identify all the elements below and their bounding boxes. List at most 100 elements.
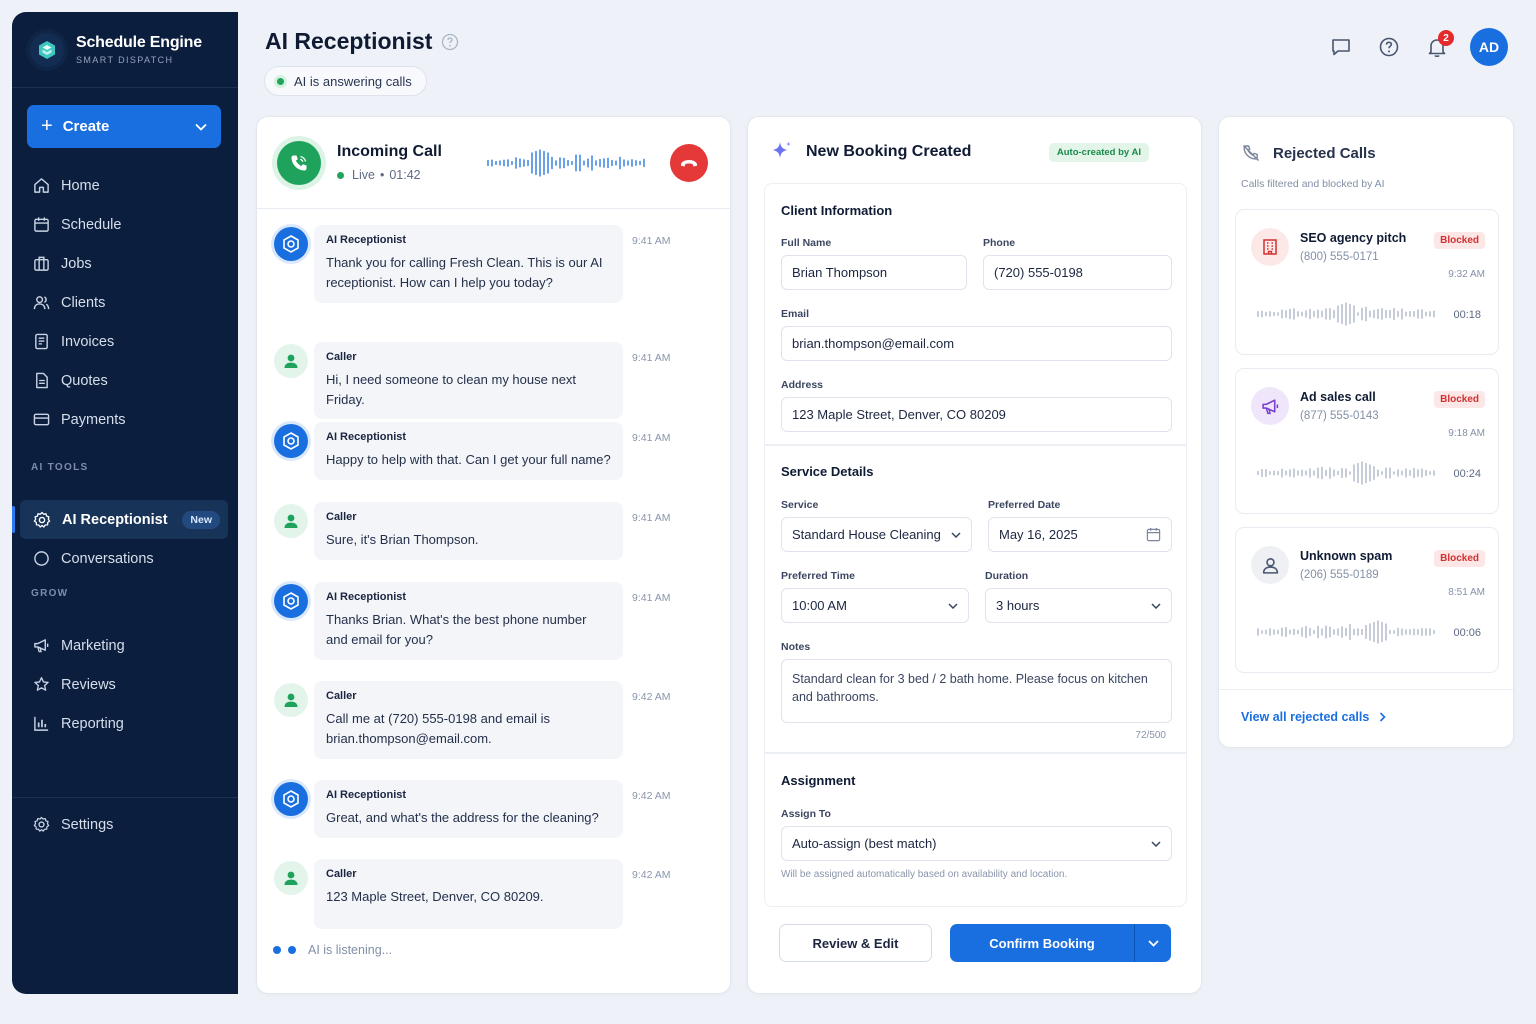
sidebar-item-reviews[interactable]: Reviews <box>12 665 238 704</box>
create-button[interactable]: + Create <box>27 105 221 148</box>
chevron-down-icon <box>1151 602 1161 609</box>
user-avatar[interactable]: AD <box>1470 28 1508 66</box>
sidebar-item-ai-receptionist[interactable]: AI Receptionist New <box>12 500 228 539</box>
message-sender: Caller <box>326 511 357 523</box>
email-field[interactable]: brian.thompson@email.com <box>781 326 1172 361</box>
sidebar-item-settings[interactable]: Settings <box>12 805 238 844</box>
invoice-icon <box>35 333 48 350</box>
notes-char-counter: 72/500 <box>1135 730 1166 741</box>
sidebar-item-label: Reporting <box>61 715 124 732</box>
message-bubble: AI Receptionist Thank you for calling Fre… <box>314 225 623 303</box>
sidebar-item-quotes[interactable]: Quotes <box>12 361 238 400</box>
rejected-call-duration: 00:18 <box>1453 309 1481 321</box>
sidebar-item-clients[interactable]: Clients <box>12 283 238 322</box>
rejected-call-time: 8:51 AM <box>1448 587 1485 598</box>
full-name-field[interactable]: Brian Thompson <box>781 255 967 290</box>
sidebar-item-label: Invoices <box>61 333 115 350</box>
duration-select[interactable]: 3 hours <box>985 588 1172 623</box>
new-badge: New <box>182 510 220 529</box>
assign-to-label: Assign To <box>781 808 831 820</box>
notes-textarea[interactable]: Standard clean for 3 bed / 2 bath home. … <box>781 659 1172 723</box>
preferred-time-value: 10:00 AM <box>792 598 847 613</box>
sidebar-item-label: Conversations <box>61 550 154 567</box>
incoming-call-panel: Incoming Call Live • 01:42 AI Receptioni… <box>256 116 731 994</box>
sidebar-item-jobs[interactable]: Jobs <box>12 244 238 283</box>
rejected-header: Rejected Calls <box>1241 143 1376 163</box>
caller-avatar-icon <box>274 683 308 717</box>
chevron-down-icon <box>951 531 961 538</box>
booking-title: New Booking Created <box>806 143 972 160</box>
sidebar-item-payments[interactable]: Payments <box>12 400 238 439</box>
message-time: 9:41 AM <box>632 592 671 604</box>
message-time: 9:41 AM <box>632 352 671 364</box>
listening-indicator: AI is listening... <box>273 943 392 957</box>
rejected-call-name: Ad sales call <box>1300 390 1376 404</box>
sidebar-item-marketing[interactable]: Marketing <box>12 626 238 665</box>
ai-bot-icon <box>274 782 308 816</box>
live-dot <box>337 171 344 179</box>
message-bubble: Caller Sure, it's Brian Thompson. <box>314 502 623 560</box>
home-icon <box>34 178 49 193</box>
sidebar-item-label: Marketing <box>61 637 125 654</box>
message-sender: AI Receptionist <box>326 789 407 801</box>
brand[interactable]: Schedule Engine SMART DISPATCH <box>12 12 238 88</box>
sidebar-item-conversations[interactable]: Conversations <box>12 539 238 578</box>
confirm-booking-button[interactable]: Confirm Booking <box>950 924 1171 962</box>
listening-text: AI is listening... <box>308 943 393 957</box>
help-circle-icon[interactable] <box>441 33 459 51</box>
confirm-options-dropdown[interactable] <box>1134 924 1171 962</box>
preferred-time-select[interactable]: 10:00 AM <box>781 588 969 623</box>
phone-field[interactable]: (720) 555-0198 <box>983 255 1172 290</box>
service-select[interactable]: Standard House Cleaning <box>781 517 972 552</box>
sidebar-item-schedule[interactable]: Schedule <box>12 205 238 244</box>
call-header: Incoming Call Live • 01:42 <box>257 117 730 209</box>
caller-avatar-icon <box>274 504 308 538</box>
bar-chart-icon <box>34 716 49 731</box>
view-all-rejected-link[interactable]: View all rejected calls <box>1241 710 1386 724</box>
address-field[interactable]: 123 Maple Street, Denver, CO 80209 <box>781 397 1172 432</box>
rejected-title: Rejected Calls <box>1273 144 1376 162</box>
notifications-button[interactable]: 2 <box>1418 28 1456 66</box>
rejected-call-item[interactable]: Ad sales call (877) 555-0143 Blocked 9:1… <box>1235 368 1499 514</box>
main-nav: Home Schedule Jobs Clients Invoices Quot… <box>12 166 238 439</box>
settings-nav: Settings <box>12 805 238 844</box>
megaphone-icon <box>1251 387 1289 425</box>
chevron-down-icon <box>948 602 958 609</box>
assign-to-select[interactable]: Auto-assign (best match) <box>781 826 1172 861</box>
message-text: Hi, I need someone to clean my house nex… <box>326 372 577 407</box>
review-edit-button[interactable]: Review & Edit <box>779 924 932 962</box>
ai-bot-icon <box>274 584 308 618</box>
rejected-footer-divider <box>1219 689 1513 690</box>
sidebar-item-reporting[interactable]: Reporting <box>12 704 238 743</box>
sidebar-item-home[interactable]: Home <box>12 166 238 205</box>
sidebar-item-label: Clients <box>61 294 106 311</box>
hang-up-button[interactable] <box>670 143 708 182</box>
messages-button[interactable] <box>1322 28 1360 66</box>
rejected-call-phone: (877) 555-0143 <box>1300 410 1379 422</box>
phone-hangup-icon <box>681 159 697 166</box>
message-bubble: Caller 123 Maple Street, Denver, CO 80209… <box>314 859 623 929</box>
help-button[interactable] <box>1370 28 1408 66</box>
users-icon <box>33 296 50 310</box>
message-sender: AI Receptionist <box>326 591 407 603</box>
rejected-call-duration: 00:06 <box>1453 627 1481 639</box>
gear-icon <box>33 816 50 832</box>
calendar-icon[interactable] <box>1146 527 1161 542</box>
brand-title: Schedule Engine <box>76 34 202 51</box>
ai-status-pill: AI is answering calls <box>264 66 427 96</box>
message-time: 9:41 AM <box>632 235 671 247</box>
calendar-icon <box>34 217 49 232</box>
preferred-date-field[interactable]: May 16, 2025 <box>988 517 1172 552</box>
message-time: 9:42 AM <box>632 790 671 802</box>
audio-waveform <box>1257 461 1435 485</box>
rejected-call-duration: 00:24 <box>1453 468 1481 480</box>
nav-section-ai-tools: AI TOOLS <box>31 461 89 473</box>
rejected-call-item[interactable]: SEO agency pitch (800) 555-0171 Blocked … <box>1235 209 1499 355</box>
rejected-call-item[interactable]: Unknown spam (206) 555-0189 Blocked 8:51… <box>1235 527 1499 673</box>
sidebar-item-label: AI Receptionist <box>62 511 168 528</box>
sidebar-divider <box>12 797 238 798</box>
message-time: 9:41 AM <box>632 432 671 444</box>
grow-nav: GROW Marketing Reviews Reporting <box>12 578 238 743</box>
sidebar-item-invoices[interactable]: Invoices <box>12 322 238 361</box>
rejected-call-name: SEO agency pitch <box>1300 231 1407 245</box>
